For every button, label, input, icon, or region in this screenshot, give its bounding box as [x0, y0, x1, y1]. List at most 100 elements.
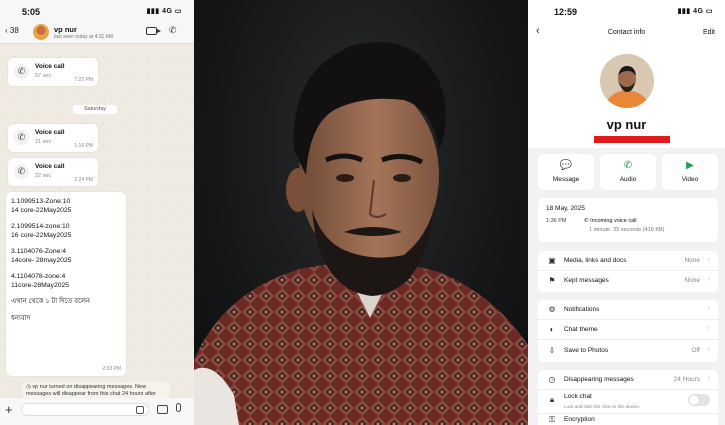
- download-icon: ⇩: [548, 346, 556, 355]
- call-details: 1 minute, 35 seconds (416 KB): [589, 227, 665, 233]
- contact-info-screen: 12:59 ▮▮▮ 4G ▭ ‹ Contact info Edit vp nu…: [528, 0, 725, 425]
- profile-photo-illustration: [600, 54, 654, 108]
- call-time: 7:22 PM: [74, 77, 93, 83]
- message-line: 2.1099514-zone:10: [11, 223, 70, 230]
- day-separator: Saturday: [73, 105, 117, 114]
- composer-bar: +: [0, 398, 194, 425]
- chevron-right-icon: ›: [707, 256, 710, 263]
- signal-icon: ▮▮▮ 4G ▭: [146, 8, 182, 15]
- call-title: Voice call: [35, 129, 65, 136]
- back-button[interactable]: ‹ 38: [5, 26, 19, 35]
- last-seen: last seen today at 4:31 AM: [54, 34, 113, 40]
- call-title: Voice call: [35, 163, 65, 170]
- chevron-right-icon: ›: [707, 276, 710, 283]
- media-links-docs-row[interactable]: ▣ Media, links and docs None ›: [538, 251, 718, 271]
- edit-button[interactable]: Edit: [703, 29, 715, 36]
- palette-icon: ◐: [549, 325, 555, 334]
- plus-icon[interactable]: +: [5, 402, 13, 417]
- call-time: 2:24 PM: [74, 177, 93, 183]
- message-line: 16 core-22May2025: [11, 231, 72, 239]
- screenshot-collage: 5:05 ▮▮▮ 4G ▭ ‹ 38 vp nur last seen toda…: [0, 0, 725, 425]
- call-time: 1:36 PM: [546, 218, 567, 224]
- call-bubble[interactable]: ✆ Voice call 21 sec 1:16 PM: [8, 124, 98, 152]
- timer-icon: ◷: [548, 375, 556, 384]
- disappearing-notice[interactable]: ◷ vp nur turned on disappearing messages…: [22, 382, 170, 398]
- message-line: 14 core-22May2025: [11, 206, 72, 214]
- message-button[interactable]: 💬 Message: [538, 154, 594, 190]
- row-label: Notifications: [564, 306, 600, 313]
- incoming-call-label: ✆ Incoming voice call: [584, 218, 637, 224]
- call-title: Voice call: [35, 63, 65, 70]
- call-date: 18 May, 2025: [546, 205, 585, 212]
- message-line: ধন্যবাদ: [11, 314, 31, 322]
- contact-info-header: ‹ Contact info Edit: [528, 22, 725, 44]
- message-line: 14core- 28may2025: [11, 256, 72, 264]
- phone-call-icon: ✆: [14, 164, 29, 179]
- kept-messages-row[interactable]: ⚑ Kept messages None ›: [538, 271, 718, 291]
- audio-button[interactable]: ✆ Audio: [600, 154, 656, 190]
- chat-theme-row[interactable]: ◐ Chat theme ›: [538, 320, 718, 340]
- chat-screen: 5:05 ▮▮▮ 4G ▭ ‹ 38 vp nur last seen toda…: [0, 0, 194, 425]
- message-time: 2:33 PM: [102, 365, 121, 372]
- save-to-photos-row[interactable]: ⇩ Save to Photos Off ›: [538, 341, 718, 361]
- call-log-card: 18 May, 2025 1:36 PM ✆ Incoming voice ca…: [538, 198, 718, 242]
- row-value: None: [684, 257, 700, 264]
- phone-call-icon: ✆: [14, 130, 29, 145]
- redaction-bar: [594, 136, 670, 143]
- chevron-right-icon: ›: [707, 375, 710, 382]
- text-message-bubble[interactable]: 1.1099513-Zone:10 14 core-22May2025 2.1099…: [6, 192, 126, 376]
- row-label: Media, links and docs: [564, 257, 627, 264]
- privacy-card: ◷ Disappearing messages 24 Hours › 🔒︎ Lo…: [538, 370, 718, 425]
- camera-icon[interactable]: [157, 405, 168, 414]
- call-bubble[interactable]: ✆ Voice call 57 sec 7:22 PM: [8, 58, 98, 86]
- bookmark-icon: ⚑: [548, 276, 556, 285]
- phone-icon[interactable]: ✆: [169, 25, 177, 36]
- message-line: 11core-28May2025: [11, 281, 70, 289]
- bell-icon: ⚙: [548, 305, 556, 314]
- row-label: Disappearing messages: [564, 376, 634, 383]
- row-value: Off: [691, 347, 700, 354]
- status-time: 12:59: [554, 7, 578, 17]
- lock-chat-row: 🔒︎ Lock chat Lock and hide this chat on …: [538, 390, 718, 414]
- row-label: Lock chat: [564, 393, 592, 400]
- video-call-icon[interactable]: [146, 27, 161, 35]
- chevron-right-icon: ›: [707, 305, 710, 312]
- call-duration: 22 sec: [35, 173, 52, 179]
- profile-section: vp nur: [528, 44, 725, 148]
- message-line: 4.1104078-zone:4: [11, 273, 66, 280]
- media-card: ▣ Media, links and docs None › ⚑ Kept me…: [538, 251, 718, 292]
- call-bubble[interactable]: ✆ Voice call 22 sec 2:24 PM: [8, 158, 98, 186]
- microphone-icon[interactable]: [176, 403, 181, 412]
- encryption-row[interactable]: ⚿ Encryption: [538, 414, 718, 425]
- lock-icon: ⚿: [548, 415, 556, 424]
- status-bar: 12:59 ▮▮▮ 4G ▭: [528, 0, 725, 22]
- notifications-row[interactable]: ⚙ Notifications ›: [538, 300, 718, 320]
- call-duration: 57 sec: [35, 73, 52, 79]
- contact-name: vp nur: [606, 117, 647, 132]
- sticker-icon[interactable]: [136, 406, 144, 414]
- settings-card: ⚙ Notifications › ◐ Chat theme › ⇩ Save …: [538, 300, 718, 362]
- message-input[interactable]: [21, 403, 149, 416]
- profile-photo[interactable]: [600, 54, 654, 108]
- video-button[interactable]: ▶ Video: [662, 154, 718, 190]
- row-sublabel: Lock and hide this chat on this device.: [564, 404, 641, 409]
- row-label: Encryption: [564, 416, 595, 423]
- call-duration: 21 sec: [35, 139, 52, 145]
- contact-name[interactable]: vp nur: [54, 25, 77, 34]
- row-value: None: [684, 277, 700, 284]
- chat-header: ‹ 38 vp nur last seen today at 4:31 AM ✆: [0, 22, 194, 44]
- action-label: Video: [681, 176, 699, 183]
- action-label: Message: [552, 176, 580, 183]
- signal-icon: ▮▮▮ 4G ▭: [677, 8, 713, 15]
- row-value: 24 Hours: [673, 376, 700, 383]
- lock-chat-toggle[interactable]: [688, 394, 710, 406]
- portrait-illustration: [194, 42, 528, 425]
- row-label: Save to Photos: [564, 347, 609, 354]
- avatar[interactable]: [33, 24, 49, 40]
- message-line: 3.1104076-Zone:4: [11, 248, 67, 255]
- page-title: Contact info: [607, 29, 646, 36]
- disappearing-messages-row[interactable]: ◷ Disappearing messages 24 Hours ›: [538, 370, 718, 390]
- chevron-right-icon: ›: [707, 346, 710, 353]
- chevron-right-icon: ›: [707, 325, 710, 332]
